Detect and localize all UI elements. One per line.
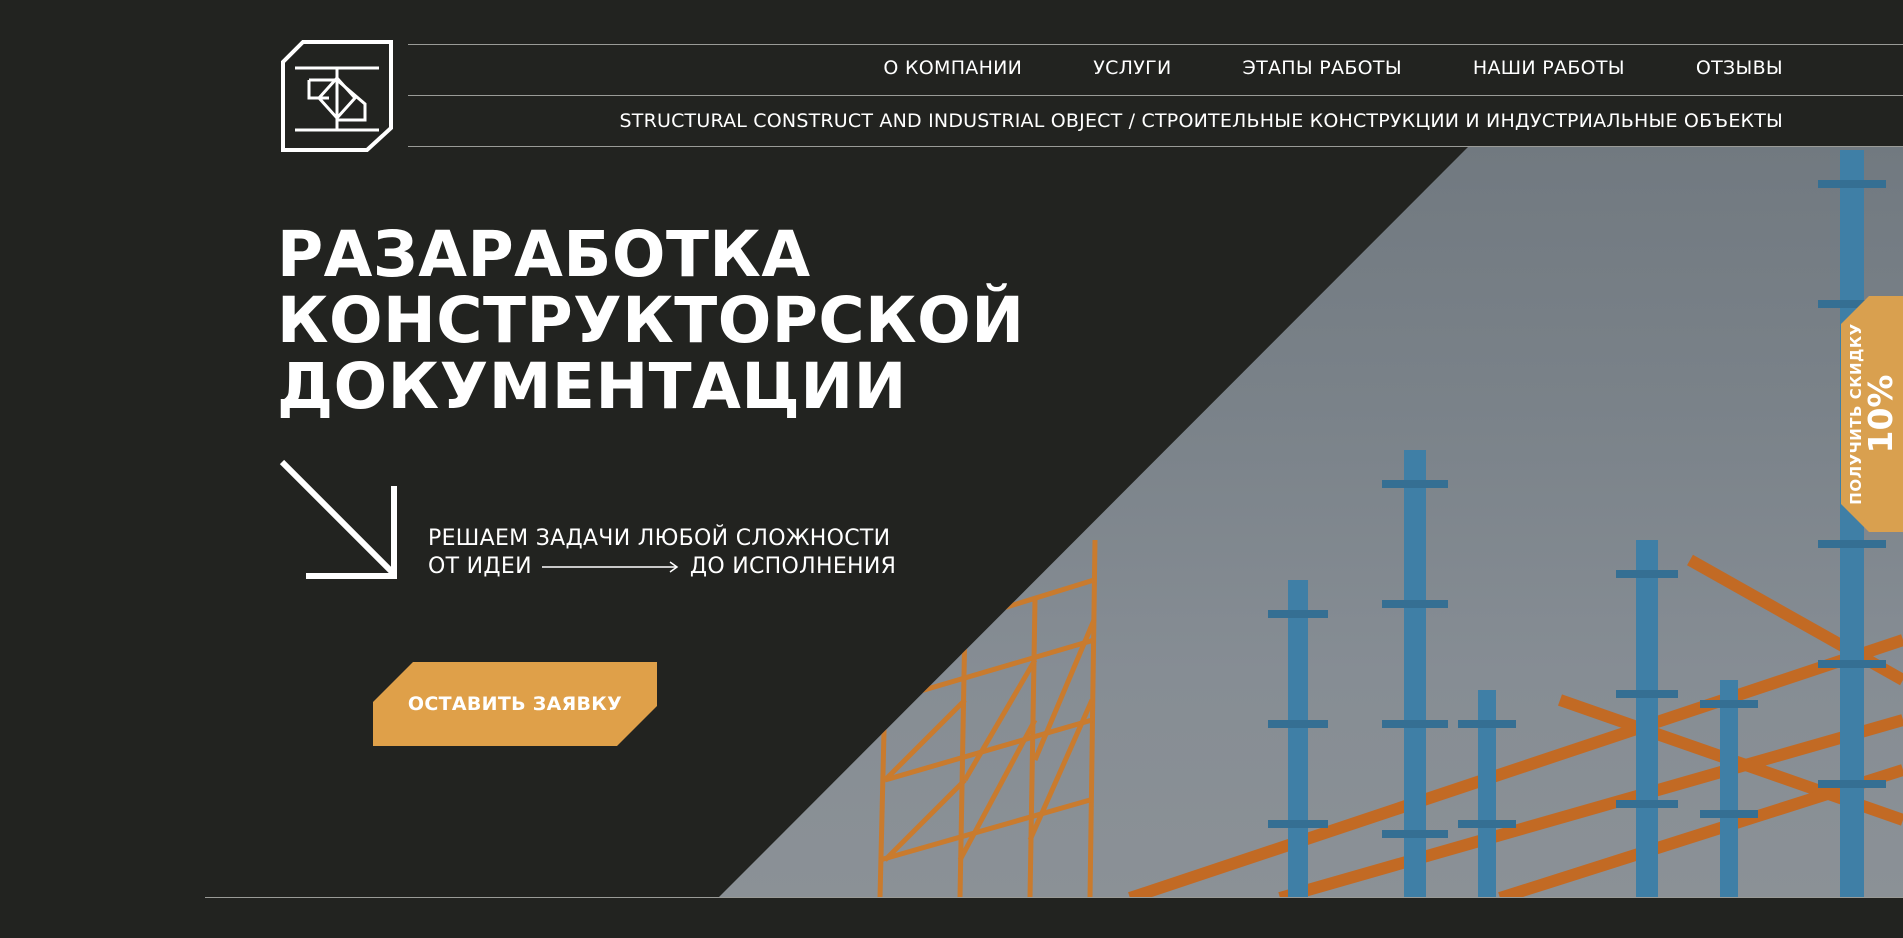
company-logo[interactable]	[281, 40, 393, 152]
submit-request-button[interactable]: ОСТАВИТЬ ЗАЯВКУ	[373, 662, 657, 746]
slogan-line-2: ОТ ИДЕИ ДО ИСПОЛНЕНИЯ	[428, 553, 896, 581]
hero-title-line-3: ДОКУМЕНТАЦИИ	[277, 350, 907, 423]
landing-page: О КОМПАНИИ УСЛУГИ ЭТАПЫ РАБОТЫ НАШИ РАБО…	[0, 0, 1903, 938]
hero-title-line-2: КОНСТРУКТОРСКОЙ	[277, 284, 1025, 357]
slogan-text-1: РЕШАЕМ ЗАДАЧИ ЛЮБОЙ СЛОЖНОСТИ	[428, 526, 891, 551]
long-arrow-right-icon	[541, 561, 679, 573]
discount-value: 10%	[1861, 374, 1900, 454]
nav-item-services[interactable]: УСЛУГИ	[1093, 57, 1171, 79]
hero-slogan: РЕШАЕМ ЗАДАЧИ ЛЮБОЙ СЛОЖНОСТИ ОТ ИДЕИ ДО…	[428, 525, 896, 581]
slogan-text-to: ДО ИСПОЛНЕНИЯ	[689, 554, 897, 579]
header-tagline: STRUCTURAL CONSTRUCT AND INDUSTRIAL OBJE…	[619, 110, 1783, 132]
header-divider-bottom	[408, 146, 1903, 147]
nav-item-about[interactable]: О КОМПАНИИ	[883, 57, 1022, 79]
arrow-down-right-icon	[279, 459, 397, 579]
nav-item-portfolio[interactable]: НАШИ РАБОТЫ	[1473, 57, 1625, 79]
nav-item-reviews[interactable]: ОТЗЫВЫ	[1696, 57, 1783, 79]
header-divider-middle	[408, 95, 1903, 96]
main-nav: О КОМПАНИИ УСЛУГИ ЭТАПЫ РАБОТЫ НАШИ РАБО…	[883, 57, 1783, 79]
nav-item-stages[interactable]: ЭТАПЫ РАБОТЫ	[1243, 57, 1402, 79]
discount-tab-content: ПОЛУЧИТЬ СКИДКУ 10%	[1847, 323, 1900, 504]
discount-tab[interactable]: ПОЛУЧИТЬ СКИДКУ 10%	[1841, 296, 1903, 532]
header-divider-top	[408, 44, 1903, 45]
slogan-line-1: РЕШАЕМ ЗАДАЧИ ЛЮБОЙ СЛОЖНОСТИ	[428, 525, 896, 553]
hero-title-line-1: РАЗАРАБОТКА	[277, 218, 811, 291]
section-divider	[205, 897, 1903, 898]
slogan-text-from: ОТ ИДЕИ	[428, 554, 532, 579]
hero-title: РАЗАРАБОТКА КОНСТРУКТОРСКОЙ ДОКУМЕНТАЦИИ	[277, 222, 1024, 420]
